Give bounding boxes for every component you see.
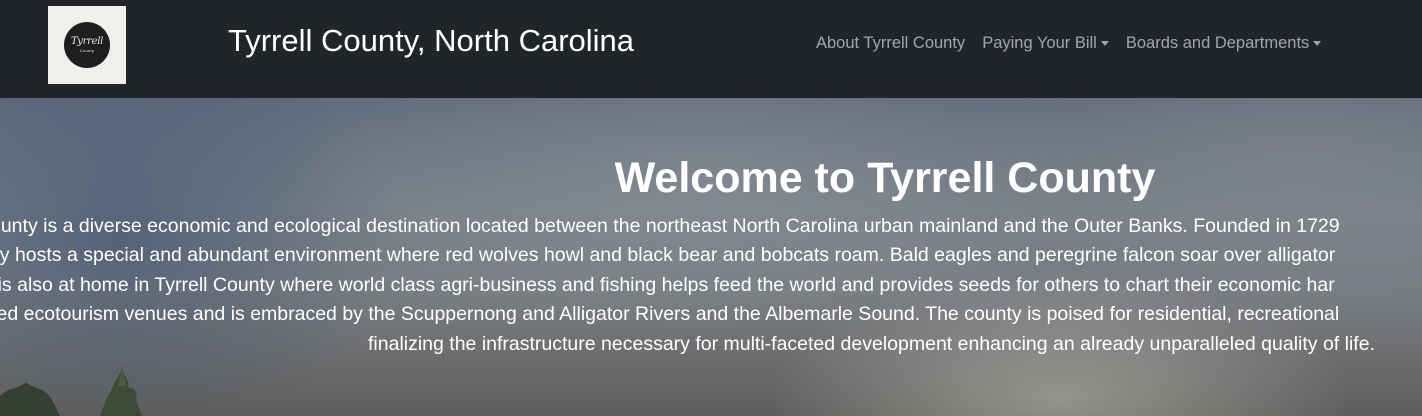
site-brand-title[interactable]: Tyrrell County, North Carolina bbox=[228, 23, 634, 59]
caret-down-icon bbox=[1100, 41, 1109, 46]
hero-text-line: finalizing the infrastructure necessary … bbox=[368, 332, 1375, 355]
nav-about-tyrrell-county[interactable]: About Tyrrell County bbox=[816, 34, 965, 53]
nav-paying-your-bill-dropdown[interactable]: Paying Your Bill bbox=[982, 34, 1109, 53]
page: Tyrrell County Tyrrell County, North Car… bbox=[0, 0, 1422, 416]
logo-script-text: Tyrrell bbox=[70, 36, 104, 47]
county-logo[interactable]: Tyrrell County bbox=[48, 6, 126, 84]
nav-item-label: Boards and Departments bbox=[1125, 34, 1310, 52]
nav-boards-and-departments-dropdown[interactable]: Boards and Departments bbox=[1125, 34, 1322, 53]
main-nav: About Tyrrell County Paying Your Bill Bo… bbox=[816, 34, 1338, 53]
nav-item-label: About Tyrrell County bbox=[816, 34, 966, 52]
tree-silhouette-image bbox=[0, 364, 142, 416]
hero-banner: Welcome to Tyrrell County rrell County i… bbox=[0, 98, 1422, 416]
hero-text-line: l County hosts a special and abundant en… bbox=[0, 244, 1336, 267]
hero-description: rrell County is a diverse economic and e… bbox=[0, 212, 1422, 359]
logo-sub-text: County bbox=[79, 48, 95, 53]
top-navbar: Tyrrell County Tyrrell County, North Car… bbox=[0, 0, 1422, 98]
nav-item-label: Paying Your Bill bbox=[982, 34, 1097, 52]
caret-down-icon bbox=[1313, 41, 1322, 46]
hero-title: Welcome to Tyrrell County bbox=[614, 154, 1156, 202]
hero-text-line: merce is also at home in Tyrrell County … bbox=[0, 273, 1335, 296]
hero-text-line: nd based ecotourism venues and is embrac… bbox=[0, 303, 1340, 326]
hero-text-line: rrell County is a diverse economic and e… bbox=[0, 215, 1340, 237]
county-seal-logo-icon: Tyrrell County bbox=[64, 22, 110, 68]
